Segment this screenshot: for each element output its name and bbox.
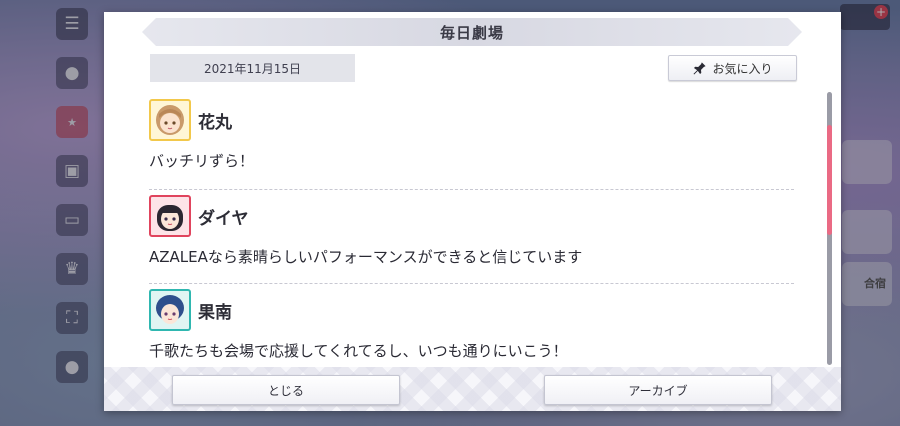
speaker-row: ダイヤ [149, 195, 794, 237]
archive-button[interactable]: アーカイブ [544, 375, 772, 405]
character-face-icon [156, 105, 184, 135]
speaker-name: 果南 [198, 302, 232, 323]
speaker-row: 果南 [149, 289, 794, 331]
close-button[interactable]: とじる [172, 375, 400, 405]
character-face-icon [157, 205, 183, 231]
divider [149, 189, 794, 190]
daily-theater-dialog: 毎日劇場 2021年11月15日 お気に入り 花丸 バッチリずら！ ダイヤ AZ… [104, 12, 841, 411]
character-face-icon [156, 295, 184, 324]
speech-text: 千歌たちも会場で応援してくれてるし、いつも通りにいこう！ [149, 342, 568, 360]
scrollbar[interactable] [827, 92, 832, 365]
date-label: 2021年11月15日 [150, 54, 355, 82]
pin-icon [693, 61, 707, 74]
favorite-button[interactable]: お気に入り [668, 55, 797, 81]
divider [149, 283, 794, 284]
speech-text: バッチリずら！ [149, 152, 255, 170]
dialog-title: 毎日劇場 [142, 18, 802, 46]
favorite-label: お気に入り [712, 61, 773, 76]
avatar [149, 195, 191, 237]
scrollbar-thumb[interactable] [827, 125, 832, 235]
speech-text: AZALEAなら素晴らしいパフォーマンスができると信じています [149, 248, 583, 266]
list-item: ダイヤ AZALEAなら素晴らしいパフォーマンスができると信じています [149, 195, 794, 270]
avatar [149, 289, 191, 331]
list-item: 花丸 バッチリずら！ [149, 99, 794, 174]
close-label: とじる [267, 383, 304, 398]
dialog-footer: とじる アーカイブ [104, 367, 841, 411]
theater-content[interactable]: 花丸 バッチリずら！ ダイヤ AZALEAなら素晴らしいパフォーマンスができると… [149, 94, 794, 369]
speaker-name: ダイヤ [198, 208, 249, 229]
archive-label: アーカイブ [628, 383, 688, 398]
speaker-name: 花丸 [198, 112, 232, 133]
speaker-row: 花丸 [149, 99, 794, 141]
list-item: 果南 千歌たちも会場で応援してくれてるし、いつも通りにいこう！ [149, 289, 794, 364]
avatar [149, 99, 191, 141]
